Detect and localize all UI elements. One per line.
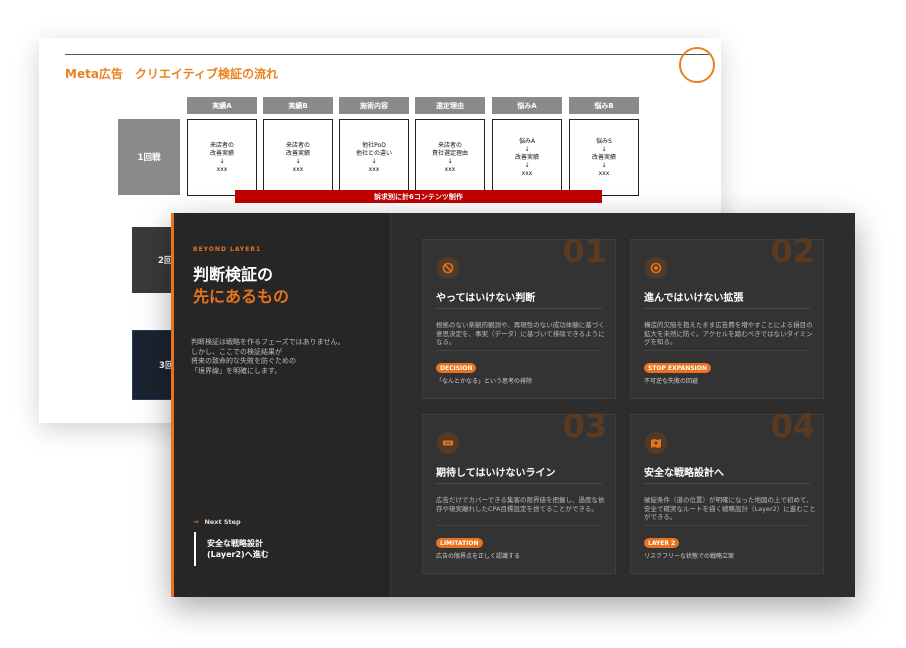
column-header: 悩みB [569,97,639,114]
card-description: 破綻条件（道の位置）が明確になった地図の上で初めて、安全で確実なルートを描く戦略… [644,496,816,521]
card-03: 03 期待してはいけないライン 広告だけでカバーできる集客の限界値を把握し、過度… [422,407,616,574]
divider [644,350,810,351]
next-step-line2: (Layer2)へ進む [207,550,269,559]
card-tag: LIMITATION [436,538,483,548]
divider [436,525,602,526]
card-number: 04 [770,407,815,445]
heading-line1: 判断検証の [193,265,274,284]
column-header: 実績A [187,97,257,114]
grid-cell: 来店者の 貴社選定理由 ↓ xxx [415,119,485,196]
card-number: 02 [770,232,815,270]
card-description: 根拠のない楽観的観測や、再現性のない成功体験に基づく意思決定を、事実（データ）に… [436,321,605,346]
description-line: 判断検証は戦略を作るフェーズではありません。 [191,338,345,346]
card-tag-description: リスクフリーな状態での戦略立案 [644,553,735,560]
card-tag: STOP EXPANSION [644,363,711,373]
column-header: 選定理由 [415,97,485,114]
next-step-box: 安全な戦略設計 (Layer2)へ進む [194,532,269,566]
limit-bar-icon [437,432,459,454]
map-pin-icon [645,432,667,454]
next-step-line1: 安全な戦略設計 [207,539,263,548]
stop-circle-icon [645,257,667,279]
heading-line2: 先にあるもの [193,287,290,306]
next-step-header: → Next Step [193,518,241,526]
grid-cell: 他社PoD 他社との違い ↓ xxx [339,119,409,196]
description-line: 「境界線」を明確にします。 [191,366,282,375]
divider [436,308,602,309]
content-count-banner: 訴求別に計6コンテンツ制作 [235,190,602,203]
card-04: 04 安全な戦略設計へ 破綻条件（道の位置）が明確になった地図の上で初めて、安全… [630,407,824,574]
card-tag-description: 不可逆な失敗の回避 [644,378,699,385]
card-title: 期待してはいけないライン [436,468,556,479]
grid-cell: 悩みS ↓ 改善実績 ↓ xxx [569,119,639,196]
divider [436,350,602,351]
grid-cell: 来店者の 改善実績 ↓ xxx [187,119,257,196]
front-slide: BEYOND LAYER1 判断検証の 先にあるもの 判断検証は戦略を作るフェー… [171,213,855,597]
circle-decoration [679,47,715,83]
card-description: 広告だけでカバーできる集客の限界値を把握し、過度な依存や現実離れしたCPA目標設… [436,496,605,513]
arrow-right-icon: → [193,518,199,526]
column-header: 悩みA [492,97,562,114]
description: 判断検証は戦略を作るフェーズではありません。 しかし、ここでの検証結果が 将来の… [191,338,386,376]
back-slide-title: Meta広告 クリエイティブ検証の流れ [65,67,278,81]
card-01: 01 やってはいけない判断 根拠のない楽観的観測や、再現性のない成功体験に基づく… [422,232,616,399]
left-panel: BEYOND LAYER1 判断検証の 先にあるもの 判断検証は戦略を作るフェー… [174,213,391,597]
next-step-label: Next Step [204,518,241,526]
divider [644,308,810,309]
eyebrow-label: BEYOND LAYER1 [193,246,262,253]
divider [644,525,810,526]
card-tag-description: 「なんとかなる」という思考の排除 [436,378,533,385]
card-tag-description: 広告の限界点を正しく認識する [436,553,521,560]
card-tag: DECISION [436,363,477,373]
card-title: やってはいけない判断 [436,293,536,304]
description-line: 将来の致命的な失敗を防ぐための [191,357,296,365]
card-description: 構造的欠陥を抱えたまま広告費を増やすことによる損目の拡大を未然に防ぐ。アクセルを… [644,321,813,346]
card-number: 03 [562,407,607,445]
divider [436,483,602,484]
card-title: 進んではいけない拡張 [644,293,744,304]
column-header: 施術内容 [339,97,409,114]
card-number: 01 [562,232,607,270]
card-title: 安全な戦略設計へ [644,468,724,479]
header-rule [65,54,709,55]
card-tag: LAYER 2 [644,538,680,548]
divider [644,483,810,484]
card-02: 02 進んではいけない拡張 構造的欠陥を抱えたまま広告費を増やすことによる損目の… [630,232,824,399]
grid-cell: 悩みA ↓ 改善実績 ↓ xxx [492,119,562,196]
column-header: 実績B [263,97,333,114]
row-label-round1: 1回戦 [118,119,180,195]
prohibited-icon [437,257,459,279]
grid-cell: 来店者の 改善実績 ↓ xxx [263,119,333,196]
description-line: しかし、ここでの検証結果が [191,347,282,356]
